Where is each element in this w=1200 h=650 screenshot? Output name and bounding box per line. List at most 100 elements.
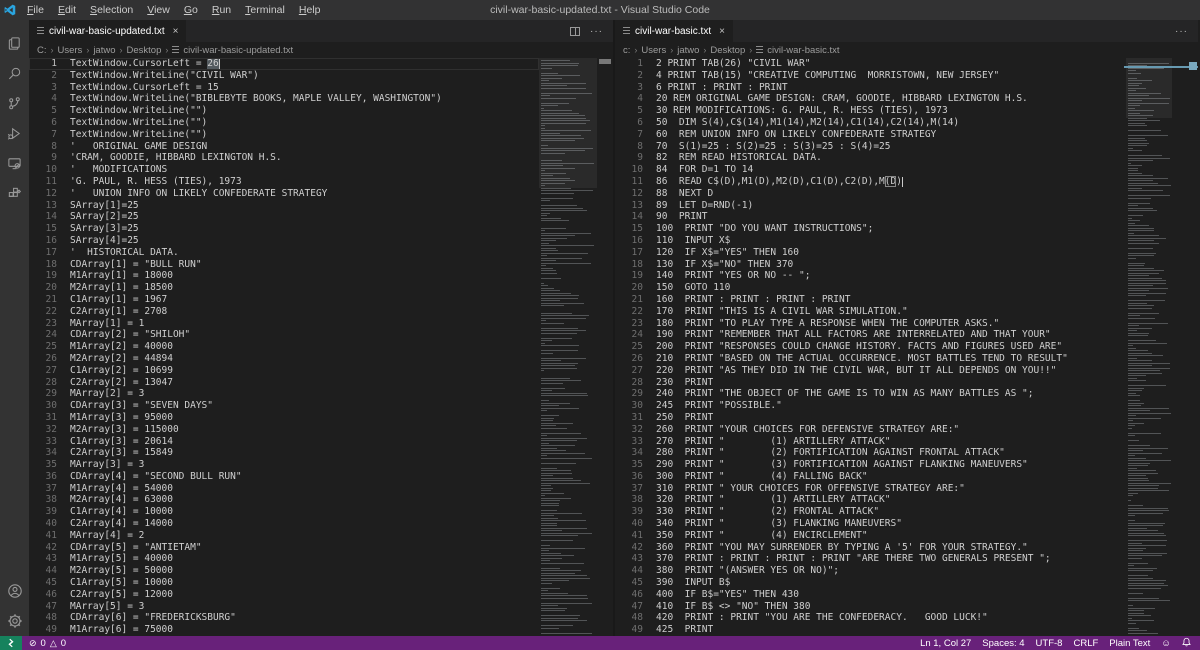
cursor-position[interactable]: Ln 1, Col 27 xyxy=(920,638,971,649)
code-line[interactable]: 24 CDArray[2] = "SHILOH" xyxy=(29,329,539,341)
code-line[interactable]: 14 90 PRINT xyxy=(615,211,1126,223)
language-mode[interactable]: Plain Text xyxy=(1109,638,1150,649)
code-line[interactable]: 35 290 PRINT " (3) FORTIFICATION AGAINST … xyxy=(615,459,1126,471)
code-line[interactable]: 38 M2Array[4] = 63000 xyxy=(29,494,539,506)
code-line[interactable]: 30 CDArray[3] = "SEVEN DAYS" xyxy=(29,400,539,412)
split-editor-icon[interactable] xyxy=(570,26,580,36)
code-line[interactable]: 35 MArray[3] = 3 xyxy=(29,459,539,471)
code-line[interactable]: 24 190 PRINT "REMEMBER THAT ALL FACTORS A… xyxy=(615,329,1126,341)
minimap[interactable] xyxy=(539,58,597,636)
code-line[interactable]: 9 'CRAM, GOODIE, HIBBARD LEXINGTON H.S. xyxy=(29,152,539,164)
run-and-debug-icon[interactable] xyxy=(0,118,29,148)
code-line[interactable]: 40 340 PRINT " (3) FLANKING MANEUVERS" xyxy=(615,518,1126,530)
code-line[interactable]: 20 150 GOTO 110 xyxy=(615,282,1126,294)
code-line[interactable]: 31 250 PRINT xyxy=(615,412,1126,424)
code-line[interactable]: 29 MArray[2] = 3 xyxy=(29,388,539,400)
code-line[interactable]: 39 330 PRINT " (2) FRONTAL ATTACK" xyxy=(615,506,1126,518)
code-line[interactable]: 25 M1Array[2] = 40000 xyxy=(29,341,539,353)
code-line[interactable]: 12 88 NEXT D xyxy=(615,188,1126,200)
code-line[interactable]: 16 110 INPUT X$ xyxy=(615,235,1126,247)
minimap[interactable] xyxy=(1126,58,1172,636)
code-line[interactable]: 17 120 IF X$="YES" THEN 160 xyxy=(615,247,1126,259)
breadcrumb-item[interactable]: c: xyxy=(623,45,630,56)
code-line[interactable]: 5 TextWindow.WriteLine("") xyxy=(29,105,539,117)
code-line[interactable]: 43 370 PRINT : PRINT : PRINT : PRINT "ARE… xyxy=(615,553,1126,565)
code-line[interactable]: 15 SArray[3]=25 xyxy=(29,223,539,235)
code-line[interactable]: 9 82 REM READ HISTORICAL DATA. xyxy=(615,152,1126,164)
indentation[interactable]: Spaces: 4 xyxy=(982,638,1024,649)
code-line[interactable]: 14 SArray[2]=25 xyxy=(29,211,539,223)
code-line[interactable]: 22 C2Array[1] = 2708 xyxy=(29,306,539,318)
code-line[interactable]: 42 360 PRINT "YOU MAY SURRENDER BY TYPING… xyxy=(615,542,1126,554)
menu-view[interactable]: View xyxy=(140,4,177,16)
code-line[interactable]: 4 TextWindow.WriteLine("BIBLEBYTE BOOKS, … xyxy=(29,93,539,105)
errors-icon[interactable]: ⊘ xyxy=(29,638,37,648)
code-area[interactable]: 12 PRINT TAB(26) "CIVIL WAR" 2 4 PRINT TAB… xyxy=(615,58,1126,636)
more-actions-icon[interactable] xyxy=(1175,26,1188,37)
code-line[interactable]: 15 100 PRINT "DO YOU WANT INSTRUCTIONS"; xyxy=(615,223,1126,235)
code-line[interactable]: 41 350 PRINT " (4) ENCIRCLEMENT" xyxy=(615,530,1126,542)
code-line[interactable]: 6 50 DIM S(4),C$(14),M1(14),M2(14),C1(14)… xyxy=(615,117,1126,129)
code-line[interactable]: 45 390 INPUT B$ xyxy=(615,577,1126,589)
code-line[interactable]: 47 410 IF B$ <> "NO" THEN 380 xyxy=(615,601,1126,613)
code-line[interactable]: 32 M2Array[3] = 115000 xyxy=(29,424,539,436)
breadcrumb-item[interactable]: Users xyxy=(58,45,83,56)
code-line[interactable]: 2 TextWindow.WriteLine("CIVIL WAR") xyxy=(29,70,539,82)
source-control-icon[interactable] xyxy=(0,88,29,118)
breadcrumb-item[interactable]: jatwo xyxy=(93,45,115,56)
code-line[interactable]: 13 SArray[1]=25 xyxy=(29,200,539,212)
overview-ruler[interactable] xyxy=(597,58,613,636)
code-line[interactable]: 10 84 FOR D=1 TO 14 xyxy=(615,164,1126,176)
code-line[interactable]: 4 20 REM ORIGINAL GAME DESIGN: CRAM, GOOD… xyxy=(615,93,1126,105)
menu-help[interactable]: Help xyxy=(292,4,328,16)
menu-go[interactable]: Go xyxy=(177,4,205,16)
code-line[interactable]: 31 M1Array[3] = 95000 xyxy=(29,412,539,424)
menu-terminal[interactable]: Terminal xyxy=(238,4,292,16)
code-line[interactable]: 37 310 PRINT " YOUR CHOICES FOR OFFENSIVE… xyxy=(615,483,1126,495)
code-line[interactable]: 24 PRINT TAB(15) "CREATIVE COMPUTING MOR… xyxy=(615,70,1126,82)
settings-gear-icon[interactable] xyxy=(0,606,29,636)
code-line[interactable]: 36 PRINT : PRINT : PRINT xyxy=(615,82,1126,94)
code-line[interactable]: 47 MArray[5] = 3 xyxy=(29,601,539,613)
code-line[interactable]: 32 260 PRINT "YOUR CHOICES FOR DEFENSIVE … xyxy=(615,424,1126,436)
code-line[interactable]: 5 30 REM MODIFICATIONS: G. PAUL, R. HESS … xyxy=(615,105,1126,117)
code-line[interactable]: 11 86 READ C$(D),M1(D),M2(D),C1(D),C2(D),… xyxy=(615,175,1126,188)
code-line[interactable]: 29 240 PRINT "THE OBJECT OF THE GAME IS T… xyxy=(615,388,1126,400)
code-line[interactable]: 46 C2Array[5] = 12000 xyxy=(29,589,539,601)
breadcrumb[interactable]: C: › Users › jatwo › Desktop › civil-war-basic-u… xyxy=(29,42,613,58)
remote-indicator[interactable] xyxy=(0,636,22,650)
warnings-count[interactable]: 0 xyxy=(61,638,66,649)
menu-file[interactable]: File xyxy=(20,4,51,16)
code-line[interactable]: 18 130 IF X$="NO" THEN 370 xyxy=(615,259,1126,271)
eol-sequence[interactable]: CRLF xyxy=(1073,638,1098,649)
code-line[interactable]: 36 CDArray[4] = "SECOND BULL RUN" xyxy=(29,471,539,483)
code-line[interactable]: 40 C2Array[4] = 14000 xyxy=(29,518,539,530)
breadcrumb-item[interactable]: Desktop xyxy=(710,45,745,56)
code-line[interactable]: 27 C1Array[2] = 10699 xyxy=(29,365,539,377)
more-actions-icon[interactable] xyxy=(590,26,603,37)
extensions-icon[interactable] xyxy=(0,178,29,208)
code-line[interactable]: 20 M2Array[1] = 18500 xyxy=(29,282,539,294)
breadcrumb[interactable]: c: › Users › jatwo › Desktop › civil-war-basic.t… xyxy=(615,42,1198,58)
code-line[interactable]: 48 CDArray[6] = "FREDERICKSBURG" xyxy=(29,612,539,624)
code-line[interactable]: 34 280 PRINT " (2) FORTIFICATION AGAINST … xyxy=(615,447,1126,459)
errors-count[interactable]: 0 xyxy=(41,638,46,649)
breadcrumb-file[interactable]: civil-war-basic-updated.txt xyxy=(172,45,293,56)
warnings-icon[interactable]: △ xyxy=(50,638,57,648)
code-line[interactable]: 17 ' HISTORICAL DATA. xyxy=(29,247,539,259)
tab-civil-war-basic-updated[interactable]: civil-war-basic-updated.txt xyxy=(29,20,187,42)
code-line[interactable]: 42 CDArray[5] = "ANTIETAM" xyxy=(29,542,539,554)
code-line[interactable]: 27 220 PRINT "AS THEY DID IN THE CIVIL WA… xyxy=(615,365,1126,377)
code-line[interactable]: 12 ' UNION INFO ON LIKELY CONFEDERATE STR… xyxy=(29,188,539,200)
code-line[interactable]: 44 M2Array[5] = 50000 xyxy=(29,565,539,577)
encoding[interactable]: UTF-8 xyxy=(1036,638,1063,649)
code-line[interactable]: 19 140 PRINT "YES OR NO -- "; xyxy=(615,270,1126,282)
code-line[interactable]: 26 210 PRINT "BASED ON THE ACTUAL OCCURRE… xyxy=(615,353,1126,365)
code-line[interactable]: 39 C1Array[4] = 10000 xyxy=(29,506,539,518)
code-line[interactable]: 12 PRINT TAB(26) "CIVIL WAR" xyxy=(615,58,1126,70)
menu-selection[interactable]: Selection xyxy=(83,4,140,16)
code-area[interactable]: 1 TextWindow.CursorLeft = 26 2 TextWindow.W… xyxy=(29,58,539,636)
breadcrumb-file[interactable]: civil-war-basic.txt xyxy=(756,45,840,56)
menu-run[interactable]: Run xyxy=(205,4,238,16)
breadcrumb-item[interactable]: jatwo xyxy=(677,45,699,56)
